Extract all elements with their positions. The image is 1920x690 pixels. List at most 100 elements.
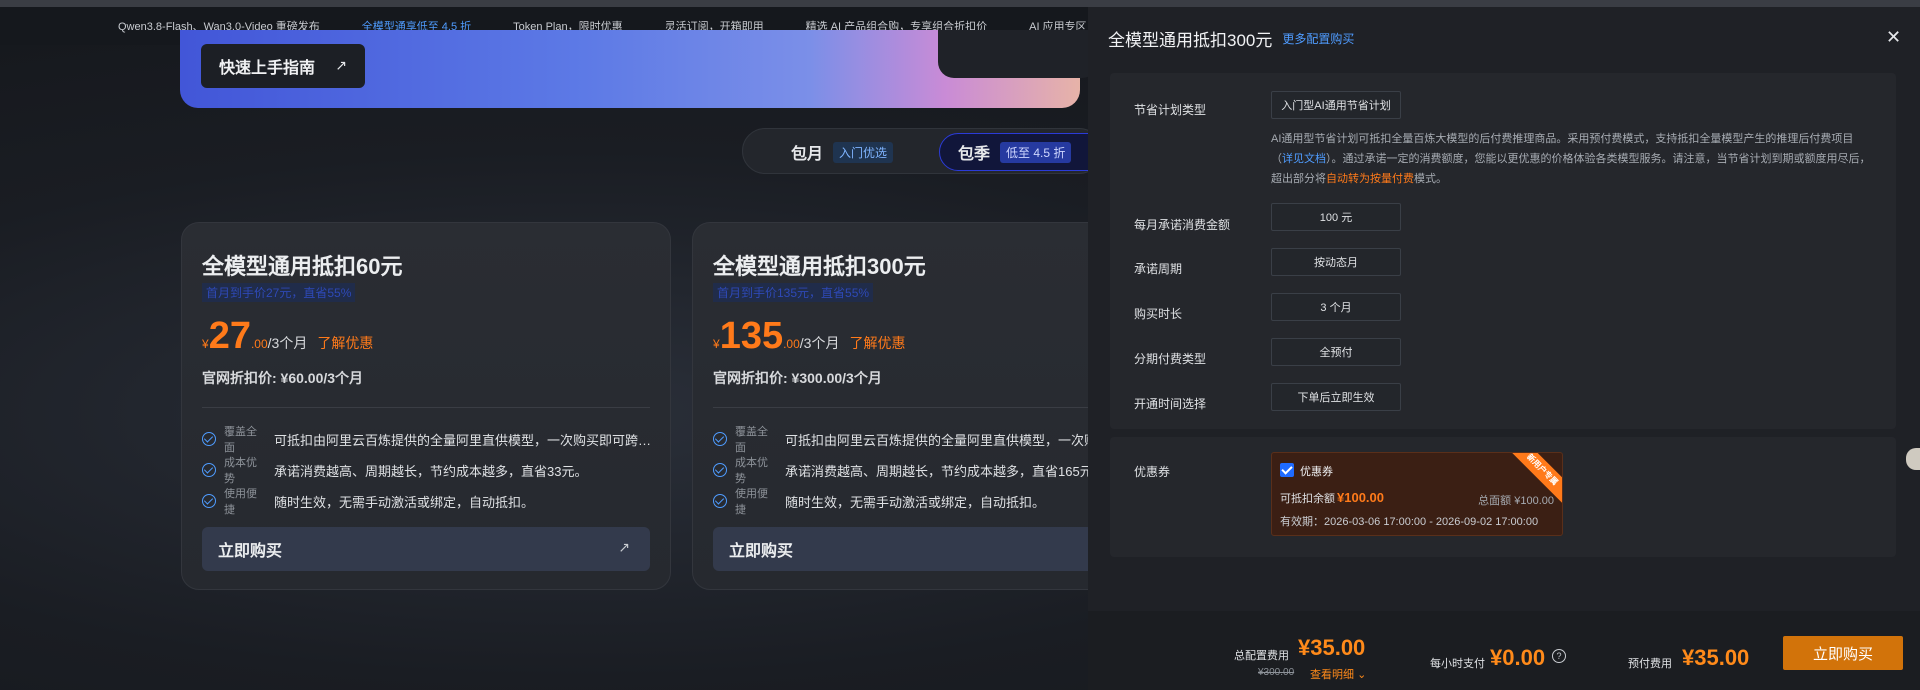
monthly-commit-option[interactable]: 100 元: [1271, 203, 1401, 231]
chevron-down-icon: ⌄: [1357, 669, 1367, 681]
coupon-available-amount: ¥100.00: [1337, 490, 1384, 505]
total-fee-label: 总配置费用: [1234, 650, 1289, 662]
plan-title: 全模型通用抵扣300元: [713, 254, 926, 279]
feature-row: 成本优势 承诺消费越高、周期越长，节约成本越多，直省33元。: [202, 454, 652, 486]
feature-tag: 成本优势: [224, 457, 257, 485]
quick-start-guide-button[interactable]: 快速上手指南 ↗: [201, 44, 365, 88]
drawer-title: 全模型通用抵扣300元: [1108, 30, 1273, 50]
close-icon[interactable]: ✕: [1886, 27, 1901, 48]
price-currency: ¥: [713, 337, 720, 351]
plan-title: 全模型通用抵扣60元: [202, 254, 403, 279]
plan-original-price: 官网折扣价: ¥300.00/3个月: [713, 370, 882, 386]
price-decimal: .00: [783, 337, 800, 351]
feature-tag: 使用便捷: [735, 488, 768, 516]
feature-tag: 成本优势: [735, 457, 768, 485]
feature-tag: 使用便捷: [224, 488, 257, 516]
coupon-card[interactable]: 优惠券 新用户专属 可抵扣余额 ¥100.00 总面额 ¥100.00 有效期：2…: [1271, 452, 1563, 536]
feature-tag: 覆盖全面: [224, 426, 257, 454]
commit-cycle-label: 承诺周期: [1134, 262, 1183, 276]
buy-now-label: 立即购买: [729, 543, 794, 560]
coupon-validity: 有效期：2026-03-06 17:00:00 - 2026-09-02 17:…: [1280, 516, 1539, 528]
coupon-available: 可抵扣余额 ¥100.00: [1280, 490, 1384, 506]
plan-subtitle: 首月到手价27元，直省55%: [202, 283, 356, 302]
arrow-up-right-icon: ↗: [335, 57, 347, 73]
top-strip: [0, 0, 1920, 7]
feature-text: 承诺消费越高、周期越长，节约成本越多，直省165元。: [785, 463, 1106, 479]
check-circle-icon: [202, 494, 216, 508]
promo-link[interactable]: 了解优惠: [317, 333, 373, 353]
commit-cycle-option[interactable]: 按动态月: [1271, 248, 1401, 276]
price-currency: ¥: [202, 337, 209, 351]
billing-option-month-label: 包月: [791, 146, 824, 163]
total-fee-amount: ¥35.00: [1298, 635, 1366, 660]
price-decimal: .00: [250, 337, 268, 351]
view-detail-label: 查看明细: [1310, 669, 1354, 681]
monthly-commit-label: 每月承诺消费金额: [1134, 218, 1231, 232]
total-fee-original: ¥300.00: [1258, 667, 1295, 678]
billing-switch: 包月 入门优选 包季 低至 4.5 折: [742, 128, 1109, 174]
feature-text: 随时生效，无需手动激活或绑定，自动抵扣。: [785, 494, 1046, 510]
hourly-pay-amount: ¥0.00: [1490, 645, 1546, 670]
check-circle-icon: [713, 432, 727, 446]
price-period: /3个月: [799, 335, 840, 351]
billing-option-quarter[interactable]: 包季 低至 4.5 折: [939, 133, 1109, 171]
hero-card: [938, 30, 1098, 78]
plan-type-option[interactable]: 入门型AI通用节省计划: [1271, 91, 1401, 119]
buy-now-button[interactable]: 立即购买 ↗: [202, 527, 650, 571]
floating-assistant-icon[interactable]: [1906, 448, 1920, 470]
buy-now-label: 立即购买: [218, 543, 283, 560]
check-circle-icon: [202, 463, 216, 477]
billing-option-quarter-badge: 低至 4.5 折: [1000, 141, 1072, 163]
check-circle-icon: [202, 432, 216, 446]
drawer-footer: 总配置费用 ¥35.00 ¥300.00 查看明细 ⌄ 每小时支付 ¥0.00 …: [1088, 611, 1920, 690]
checkbox-checked-icon[interactable]: [1280, 463, 1294, 477]
more-config-link[interactable]: 更多配置购买: [1282, 30, 1354, 47]
plan-price: ¥ 135 .00 /3个月 了解优惠: [713, 315, 905, 358]
feature-text: 可抵扣由阿里云百炼提供的全量阿里直供模型，一次购买: [785, 432, 1111, 448]
feature-tag: 覆盖全面: [735, 426, 768, 454]
warning-text: 自动转为按量付费: [1326, 173, 1414, 185]
coupon-name: 优惠券: [1300, 466, 1333, 478]
price-integer: 27: [208, 315, 251, 357]
price-integer: 135: [719, 315, 784, 357]
plan-subtitle: 首月到手价135元，直省55%: [713, 283, 874, 302]
prepay-label: 预付费用: [1628, 658, 1672, 670]
divider: [202, 407, 650, 408]
plan-description: AI通用型节省计划可抵扣全量百炼大模型的后付费推理商品。采用预付费模式，支持抵扣…: [1271, 129, 1871, 189]
quick-start-guide-label: 快速上手指南: [219, 60, 316, 77]
drawer-buy-now-button[interactable]: 立即购买: [1783, 636, 1903, 670]
start-time-option[interactable]: 下单后立即生效: [1271, 383, 1401, 411]
help-icon[interactable]: ?: [1552, 649, 1566, 663]
config-section: [1110, 73, 1896, 429]
price-period: /3个月: [267, 335, 308, 351]
billing-option-month-badge: 入门优选: [833, 141, 894, 163]
plan-card-60: 全模型通用抵扣60元 首月到手价27元，直省55% ¥ 27 .00 /3个月 …: [181, 222, 671, 590]
coupon-available-label: 可抵扣余额: [1280, 493, 1335, 505]
view-detail-link[interactable]: 查看明细 ⌄: [1310, 666, 1366, 682]
pay-type-label: 分期付费类型: [1134, 352, 1207, 366]
check-circle-icon: [713, 494, 727, 508]
plan-price: ¥ 27 .00 /3个月 了解优惠: [202, 315, 373, 358]
coupon-total: 总面额 ¥100.00: [1478, 495, 1554, 507]
arrow-up-right-icon: ↗: [618, 539, 630, 555]
pay-type-option[interactable]: 全预付: [1271, 338, 1401, 366]
feature-row: 覆盖全面 可抵扣由阿里云百炼提供的全量阿里直供模型，一次购买即可跨阿里…: [202, 423, 652, 455]
feature-text: 随时生效，无需手动激活或绑定，自动抵扣。: [274, 494, 535, 510]
doc-link[interactable]: 详见文档: [1282, 153, 1326, 165]
duration-label: 购买时长: [1134, 307, 1183, 321]
feature-row: 使用便捷 随时生效，无需手动激活或绑定，自动抵扣。: [202, 485, 652, 517]
prepay-amount: ¥35.00: [1682, 645, 1750, 670]
plan-original-price: 官网折扣价: ¥60.00/3个月: [202, 370, 364, 386]
feature-text: 可抵扣由阿里云百炼提供的全量阿里直供模型，一次购买即可跨阿里…: [274, 432, 652, 448]
purchase-drawer: 全模型通用抵扣300元 更多配置购买 ✕ 节省计划类型 入门型AI通用节省计划 …: [1088, 7, 1920, 690]
duration-option[interactable]: 3 个月: [1271, 293, 1401, 321]
billing-option-month[interactable]: 包月 入门优选: [773, 133, 911, 171]
description-text: 模式。: [1414, 173, 1447, 185]
page: Qwen3.8-Flash、Wan3.0-Video 重磅发布 全模型通享低至 …: [0, 0, 1920, 690]
plan-type-label: 节省计划类型: [1134, 103, 1207, 117]
feature-text: 承诺消费越高、周期越长，节约成本越多，直省33元。: [274, 463, 588, 479]
hourly-pay-label: 每小时支付: [1430, 658, 1485, 670]
coupon-label: 优惠券: [1134, 465, 1171, 479]
drawer-header: 全模型通用抵扣300元 更多配置购买: [1088, 7, 1920, 69]
promo-link[interactable]: 了解优惠: [849, 333, 905, 353]
